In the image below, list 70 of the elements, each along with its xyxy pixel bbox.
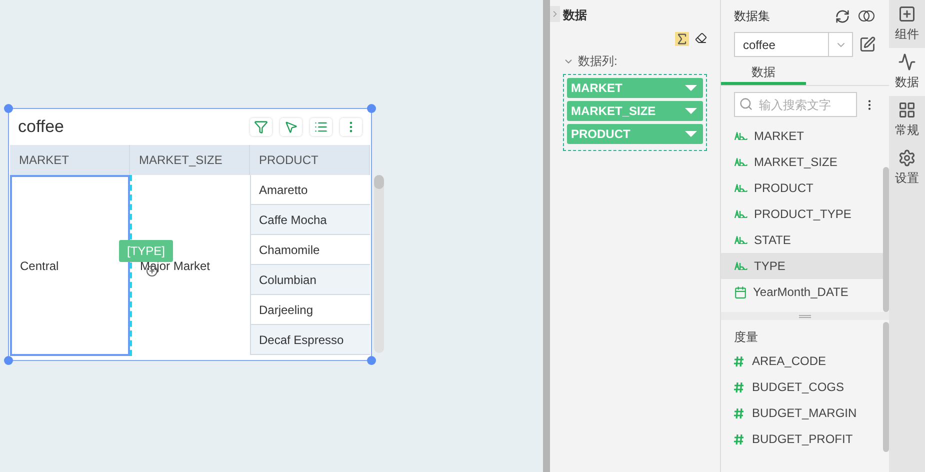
- table-cell: Columbian: [250, 265, 370, 295]
- field-item[interactable]: MARKET: [721, 123, 883, 149]
- section-label: 度量: [734, 329, 759, 346]
- field-item[interactable]: TYPE: [721, 253, 883, 279]
- settings-icon: [898, 149, 916, 167]
- filter-button[interactable]: [250, 118, 272, 136]
- search-field[interactable]: 输入搜索文字: [734, 92, 857, 117]
- dropdown-icon[interactable]: [685, 85, 697, 91]
- splitter-handle[interactable]: [721, 312, 889, 320]
- hash-icon: [734, 356, 744, 366]
- eraser-icon[interactable]: [695, 32, 707, 44]
- drag-tag: [TYPE]: [119, 240, 174, 262]
- linked-circles-icon[interactable]: [858, 9, 876, 23]
- resize-handle[interactable]: [4, 104, 13, 113]
- panel-tab[interactable]: 数据: [721, 61, 806, 85]
- resize-handle[interactable]: [4, 356, 13, 365]
- column-header: MARKET: [10, 145, 130, 175]
- grid-icon: [898, 101, 916, 119]
- resize-handle[interactable]: [367, 104, 376, 113]
- text-type-icon: [734, 210, 748, 218]
- section-label: 数据列:: [578, 53, 618, 70]
- resize-handle[interactable]: [367, 356, 376, 365]
- widget-title: coffee: [18, 116, 64, 138]
- field-item[interactable]: BUDGET_COGS: [734, 374, 870, 400]
- rail-tab[interactable]: 数据: [889, 48, 925, 96]
- field-item[interactable]: YearMonth_DATE: [721, 279, 883, 305]
- field-item[interactable]: PRODUCT_TYPE: [721, 201, 883, 227]
- field-item[interactable]: PRODUCT: [721, 175, 883, 201]
- list-icon: [314, 120, 328, 134]
- table-cell: Chamomile: [250, 235, 370, 265]
- text-type-icon: [734, 158, 748, 166]
- hash-icon: [734, 408, 744, 418]
- rail-tab[interactable]: 设置: [889, 144, 925, 192]
- hash-icon: [734, 434, 744, 444]
- select-button[interactable]: [280, 118, 302, 136]
- table-cell: Decaf Espresso: [250, 325, 370, 355]
- filter-icon: [254, 120, 268, 134]
- field-item[interactable]: MARKET_SIZE: [721, 149, 883, 175]
- search-icon: [739, 97, 753, 111]
- rail-tab[interactable]: 组件: [889, 0, 925, 48]
- pointer-icon: [284, 120, 298, 134]
- text-type-icon: [734, 262, 748, 270]
- text-type-icon: [734, 184, 748, 192]
- hash-icon: [734, 382, 744, 392]
- dataset-select[interactable]: coffee: [734, 32, 854, 57]
- text-type-icon: [734, 132, 748, 140]
- calendar-icon: [734, 286, 747, 298]
- field-item[interactable]: BUDGET_PROFIT: [734, 426, 870, 452]
- dropdown-icon[interactable]: [685, 131, 697, 137]
- dropdown-icon[interactable]: [685, 108, 697, 114]
- table-cell: Caffe Mocha: [250, 205, 370, 235]
- edit-icon[interactable]: [859, 36, 876, 53]
- chart-add-icon: [898, 5, 916, 23]
- field-item[interactable]: BUDGET_MARGIN: [734, 400, 870, 426]
- list-button[interactable]: [310, 118, 332, 136]
- collapse-icon[interactable]: [550, 6, 560, 22]
- field-item[interactable]: AREA_CODE: [734, 348, 870, 374]
- panel-title: 数据集: [734, 8, 770, 25]
- more-button[interactable]: [340, 118, 362, 136]
- column-header: MARKET_SIZE: [130, 145, 250, 175]
- panel-title: 数据: [563, 7, 588, 24]
- field-item[interactable]: STATE: [721, 227, 883, 253]
- sum-icon[interactable]: [675, 32, 689, 46]
- rail-tab[interactable]: 常规: [889, 96, 925, 144]
- text-type-icon: [734, 236, 748, 244]
- table-cell: Darjeeling: [250, 295, 370, 325]
- column-header: PRODUCT: [250, 145, 370, 175]
- line-icon: [898, 53, 916, 71]
- table-cell: Amaretto: [250, 175, 370, 205]
- refresh-icon[interactable]: [835, 8, 850, 24]
